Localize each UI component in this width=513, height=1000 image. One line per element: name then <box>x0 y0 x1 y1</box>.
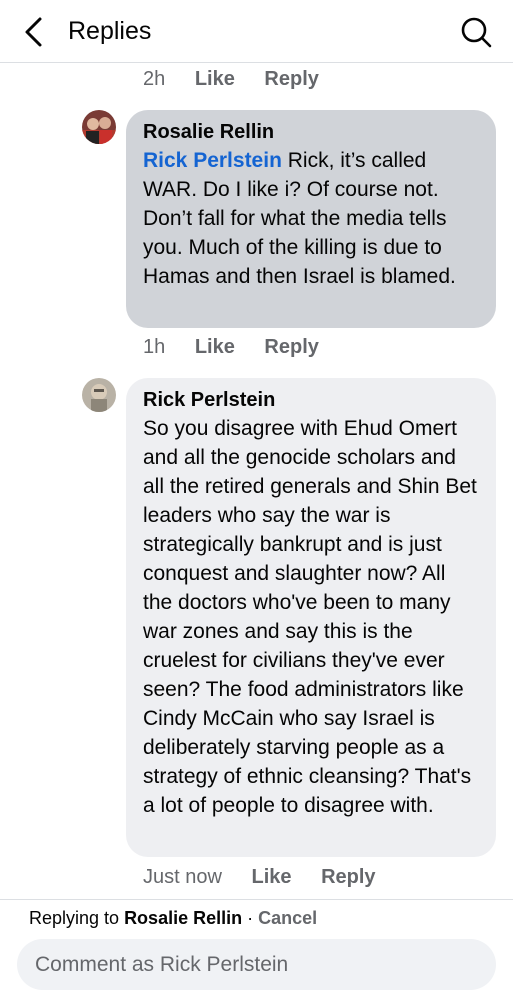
comment-author[interactable]: Rosalie Rellin <box>143 120 479 144</box>
avatar[interactable] <box>82 110 116 144</box>
search-button[interactable] <box>458 14 494 50</box>
replying-to-banner: Replying to Rosalie Rellin · Cancel <box>29 908 317 929</box>
reply-button[interactable]: Reply <box>321 866 375 888</box>
comment-text: Rick Perlstein Rick, it’s called WAR. Do… <box>143 146 479 291</box>
comment-bubble[interactable]: Rick Perlstein So you disagree with Ehud… <box>126 378 496 857</box>
replying-prefix: Replying to <box>29 908 125 928</box>
comment-bubble[interactable]: Rosalie Rellin Rick Perlstein Rick, it’s… <box>126 110 496 328</box>
comment-meta-row: 2h Like Reply <box>143 68 343 91</box>
avatar-photo <box>82 378 116 412</box>
comment-placeholder: Comment as Rick Perlstein <box>35 953 289 976</box>
mention-link[interactable]: Rick Perlstein <box>143 149 282 172</box>
comment-time: Just now <box>143 866 222 888</box>
comment-body: So you disagree with Ehud Omert and all … <box>143 417 477 817</box>
comment-time: 1h <box>143 336 166 358</box>
like-button[interactable]: Like <box>195 68 235 90</box>
back-button[interactable] <box>18 14 50 50</box>
chevron-left-icon <box>25 17 42 47</box>
cancel-button[interactable]: Cancel <box>258 908 317 928</box>
search-icon <box>461 17 492 48</box>
comment-time: 2h <box>143 68 166 90</box>
avatar-photo <box>82 110 116 144</box>
separator: · <box>242 908 259 928</box>
replying-name: Rosalie Rellin <box>124 908 243 928</box>
reply-button[interactable]: Reply <box>264 336 318 358</box>
reply-button[interactable]: Reply <box>264 68 318 90</box>
comment-meta-row: 1h Like Reply <box>143 336 343 359</box>
like-button[interactable]: Like <box>195 336 235 358</box>
comment-meta-row: Just now Like Reply <box>143 866 400 889</box>
page-title: Replies <box>68 17 152 45</box>
divider <box>0 899 513 900</box>
like-button[interactable]: Like <box>252 866 292 888</box>
comment-author[interactable]: Rick Perlstein <box>143 388 479 412</box>
avatar[interactable] <box>82 378 116 412</box>
top-bar: Replies <box>0 0 513 63</box>
comment-input[interactable]: Comment as Rick Perlstein <box>17 939 496 990</box>
